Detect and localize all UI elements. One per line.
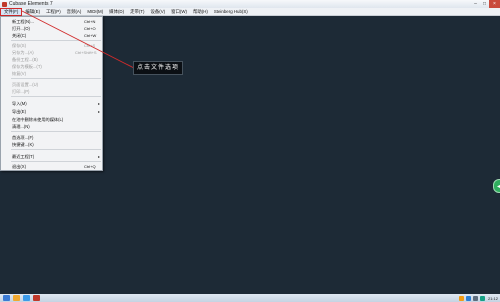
notification-icon[interactable] bbox=[458, 295, 464, 301]
clock[interactable]: 21:12 bbox=[488, 296, 498, 301]
annotation-line bbox=[21, 10, 135, 69]
annotation-arrow bbox=[21, 10, 135, 69]
windows-taskbar: 21:12 bbox=[0, 294, 500, 302]
system-tray: 21:12 bbox=[457, 294, 498, 302]
annotation-callout: 点击文件选项 bbox=[133, 61, 183, 75]
cubase-taskbar-icon[interactable] bbox=[33, 295, 40, 301]
browser-icon[interactable] bbox=[23, 295, 30, 301]
explorer-icon[interactable] bbox=[13, 295, 20, 301]
input-method-icon[interactable] bbox=[479, 295, 485, 301]
volume-icon[interactable] bbox=[472, 295, 478, 301]
start-button-icon[interactable] bbox=[3, 295, 10, 301]
network-icon[interactable] bbox=[465, 295, 471, 301]
